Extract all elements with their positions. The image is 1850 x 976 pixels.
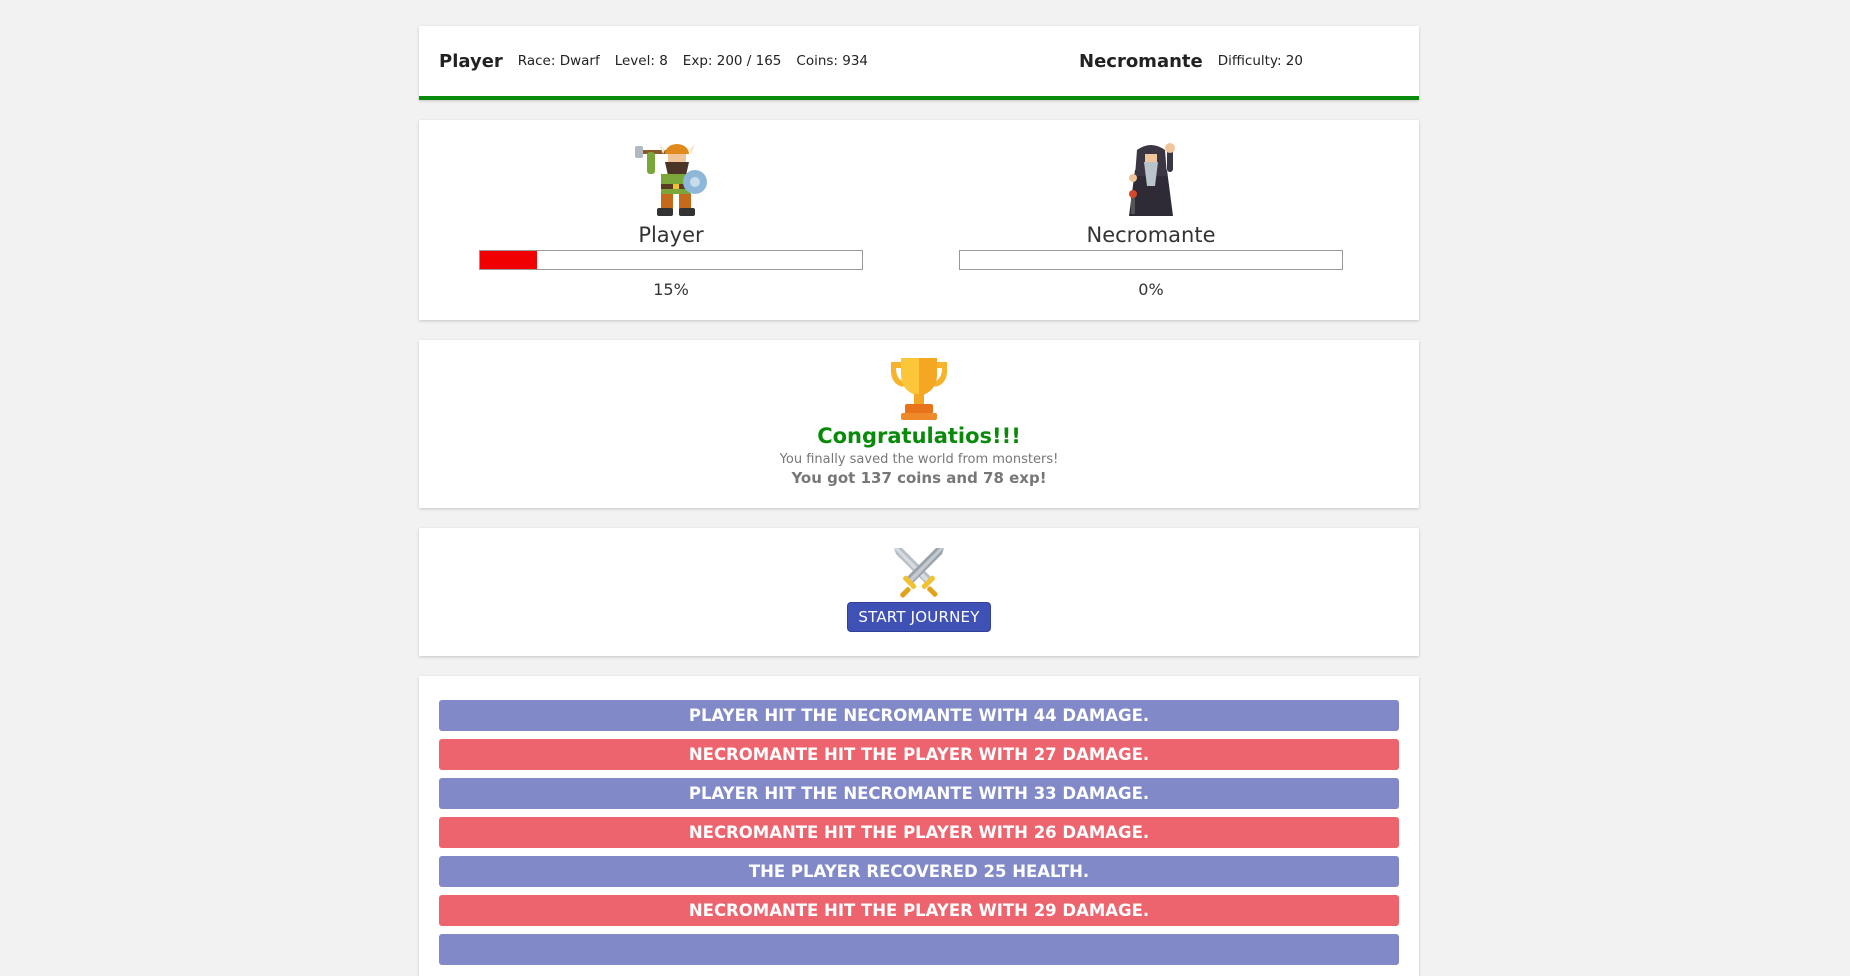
status-header: Player Race: Dwarf Level: 8 Exp: 200 / 1… bbox=[419, 26, 1419, 100]
trophy-icon bbox=[890, 358, 948, 420]
log-entry: PLAYER HIT THE NECROMANTE WITH 44 DAMAGE… bbox=[439, 700, 1399, 731]
crossed-swords-icon bbox=[894, 548, 944, 598]
victory-reward: You got 137 coins and 78 exp! bbox=[791, 469, 1047, 487]
journey-panel: START JOURNEY bbox=[419, 528, 1419, 656]
log-entry: NECROMANTE HIT THE PLAYER WITH 29 DAMAGE… bbox=[439, 895, 1399, 926]
enemy-info: Necromante Difficulty: 20 bbox=[1079, 26, 1318, 96]
enemy-difficulty: Difficulty: 20 bbox=[1217, 53, 1303, 69]
game-page: Player Race: Dwarf Level: 8 Exp: 200 / 1… bbox=[419, 26, 1419, 976]
player-health-percent: 15% bbox=[653, 280, 689, 299]
player-coins: Coins: 934 bbox=[796, 53, 869, 69]
log-entry: NECROMANTE HIT THE PLAYER WITH 26 DAMAGE… bbox=[439, 817, 1399, 848]
battle-panel: Player 15% Necromante 0% bbox=[419, 120, 1419, 320]
log-entry bbox=[439, 934, 1399, 965]
enemy-health-percent: 0% bbox=[1138, 280, 1164, 299]
log-entry: NECROMANTE HIT THE PLAYER WITH 27 DAMAGE… bbox=[439, 739, 1399, 770]
player-label: Player bbox=[638, 223, 704, 247]
enemy-health-bar bbox=[959, 250, 1343, 270]
dwarf-warrior-icon bbox=[635, 144, 707, 216]
player-name: Player bbox=[439, 50, 503, 72]
victory-panel: Congratulatios!!! You finally saved the … bbox=[419, 340, 1419, 508]
log-entry: THE PLAYER RECOVERED 25 HEALTH. bbox=[439, 856, 1399, 887]
player-health-bar bbox=[479, 250, 863, 270]
log-entry: PLAYER HIT THE NECROMANTE WITH 33 DAMAGE… bbox=[439, 778, 1399, 809]
necromancer-icon bbox=[1129, 143, 1175, 216]
enemy-fighter: Necromante 0% bbox=[959, 140, 1343, 299]
player-fighter: Player 15% bbox=[479, 140, 863, 299]
enemy-label: Necromante bbox=[1086, 223, 1216, 247]
enemy-name: Necromante bbox=[1079, 50, 1203, 72]
victory-title: Congratulatios!!! bbox=[817, 424, 1021, 448]
player-health-fill bbox=[480, 251, 538, 269]
victory-message: You finally saved the world from monster… bbox=[779, 452, 1059, 467]
start-journey-button[interactable]: START JOURNEY bbox=[847, 602, 991, 632]
player-exp: Exp: 200 / 165 bbox=[682, 53, 782, 69]
player-race: Race: Dwarf bbox=[517, 53, 600, 69]
player-level: Level: 8 bbox=[614, 53, 668, 69]
battle-log: PLAYER HIT THE NECROMANTE WITH 44 DAMAGE… bbox=[419, 676, 1419, 976]
